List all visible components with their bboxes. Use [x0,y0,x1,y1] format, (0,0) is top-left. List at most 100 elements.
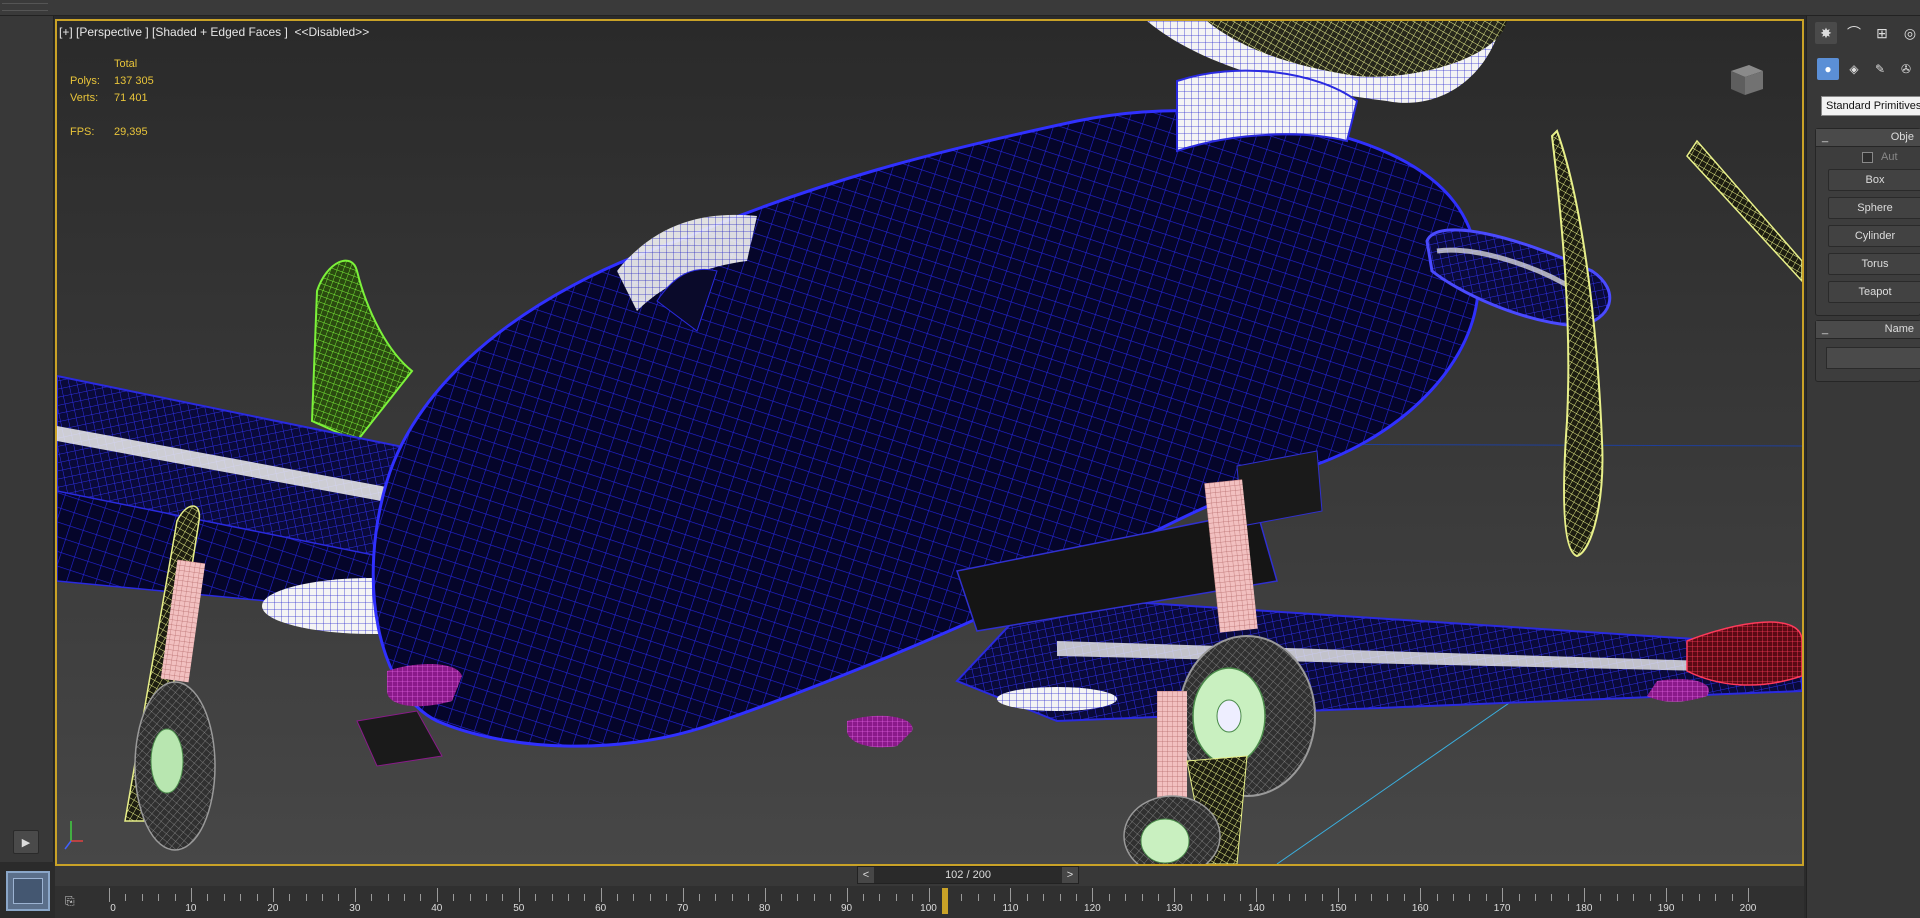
sphere-button[interactable]: Sphere [1828,197,1920,219]
ruler-tick [1076,894,1077,901]
viewcube-icon[interactable] [1725,59,1767,99]
ruler-tick [1026,894,1028,901]
ruler-tick [1387,894,1389,901]
ruler-tick [1649,894,1651,901]
ruler-tick [1485,894,1487,901]
playhead[interactable] [941,888,948,914]
ruler-tick-label: 60 [595,903,607,914]
ruler-tick-label: 120 [1084,903,1101,914]
autogrid-checkbox[interactable] [1862,151,1873,163]
lights-icon[interactable]: ✎ [1869,58,1891,80]
ruler-tick [748,894,750,901]
ruler-tick [895,894,897,901]
ruler-tick [1010,888,1012,902]
ruler-tick [1551,894,1553,901]
object-type-rollout: _ Obje Aut Box Sphere Cylinder Torus Tea… [1815,128,1920,316]
name-color-rollout: _ Name [1815,320,1920,382]
track-bar[interactable]: ⎘ 0 10 20 30 40 50 60 70 80 90 100 110 120 130 140 150 1… [55,886,1804,918]
autogrid-label: Aut [1881,151,1898,163]
create-category-bar: ● ◈ ✎ ✇ [1807,58,1920,84]
ruler-tick [1043,894,1045,901]
ruler-tick [502,894,504,901]
ruler-tick-label: 10 [185,903,197,914]
viewport-label[interactable]: [+] [Perspective ] [Shaded + Edged Faces… [59,25,369,39]
ruler-tick [420,894,422,901]
ruler-tick-label: 30 [349,903,361,914]
ruler-tick [109,888,110,902]
ruler-tick [469,894,471,901]
prev-frame-button[interactable]: < [858,867,874,883]
ruler-tick-label: 150 [1329,903,1347,914]
ruler-tick [404,894,406,901]
autogrid-row[interactable]: Aut [1816,147,1920,163]
ruler-tick [961,894,963,901]
ruler-tick-label: 140 [1247,903,1265,914]
motion-tab-icon[interactable]: ◎ [1899,22,1920,44]
ruler-tick [1420,888,1422,902]
ruler-tick [1141,894,1143,901]
create-tab-icon[interactable]: ✸ [1815,22,1837,44]
cameras-icon[interactable]: ✇ [1895,58,1917,80]
ruler-tick [1092,888,1094,902]
play-button[interactable]: ▶ [13,830,39,854]
viewport-layout-button[interactable] [6,871,50,911]
ruler-tick [1239,894,1241,901]
box-button[interactable]: Box [1828,169,1920,191]
ruler-tick [535,894,537,901]
ruler-tick [682,888,684,902]
shapes-icon[interactable]: ◈ [1843,58,1865,80]
ruler-tick [174,894,176,901]
object-type-rollout-header[interactable]: _ Obje [1816,129,1920,147]
curve-editor-icon[interactable]: ⎘ [65,894,87,910]
ruler-tick [1272,894,1274,901]
ruler-tick [371,894,373,901]
ruler-tick [1584,888,1586,902]
ruler-tick [977,894,979,901]
ruler-tick [879,894,881,901]
ruler-tick [649,894,651,901]
perspective-viewport[interactable]: [+] [Perspective ] [Shaded + Edged Faces… [55,19,1804,866]
teapot-button[interactable]: Teapot [1828,281,1920,303]
cylinder-button[interactable]: Cylinder [1828,225,1920,247]
ruler-tick [1190,894,1192,901]
ruler-tick [1207,894,1209,901]
ruler-tick [518,888,520,902]
object-name-input[interactable] [1826,347,1920,369]
ruler-tick [600,888,602,902]
ruler-tick-label: 20 [267,903,279,914]
ruler-tick [666,894,668,901]
ruler-tick [1452,894,1454,901]
ruler-tick [1469,894,1471,901]
ruler-tick [322,894,324,901]
next-frame-button[interactable]: > [1062,867,1078,883]
ruler-tick [699,894,701,901]
toolbar-grip[interactable] [2,3,48,11]
ruler-tick [1338,888,1340,902]
hierarchy-tab-icon[interactable]: ⊞ [1871,22,1893,44]
modify-tab-icon[interactable]: ⌒ [1843,22,1865,44]
ruler-tick [272,888,274,902]
ruler-tick-label: 0 [110,903,116,914]
torus-button[interactable]: Torus [1828,253,1920,275]
ruler-tick [1059,894,1061,901]
fps-label: FPS: [70,126,95,138]
ruler-tick [928,888,930,902]
polys-label: Polys: [70,75,100,87]
verts-label: Verts: [70,92,99,104]
ruler-tick [338,894,340,901]
frame-ruler[interactable]: 0 10 20 30 40 50 60 70 80 90 100 110 120 130 140 150 160… [105,886,1804,918]
statistics-overlay: Total Polys: 137 305 Verts: 71 401 FPS: 29,… [70,56,154,141]
geometry-icon[interactable]: ● [1817,58,1839,80]
ruler-tick-label: 100 [920,903,937,914]
time-slider[interactable]: < 102 / 200 > [857,866,1079,884]
name-color-rollout-header[interactable]: _ Name [1816,321,1920,339]
frame-display[interactable]: 102 / 200 [874,867,1062,883]
ruler-tick [813,894,815,901]
app-window: ▶ [+] [Perspective] [Shaded + Edged Fac… [0,0,1920,918]
ruler-tick [1157,894,1159,901]
ruler-tick [207,894,209,901]
ruler-tick-label: 90 [840,903,853,914]
ruler-tick-label: 40 [431,903,443,914]
object-category-dropdown[interactable]: Standard Primitives [1821,96,1920,116]
verts-value: 71 401 [114,92,148,104]
